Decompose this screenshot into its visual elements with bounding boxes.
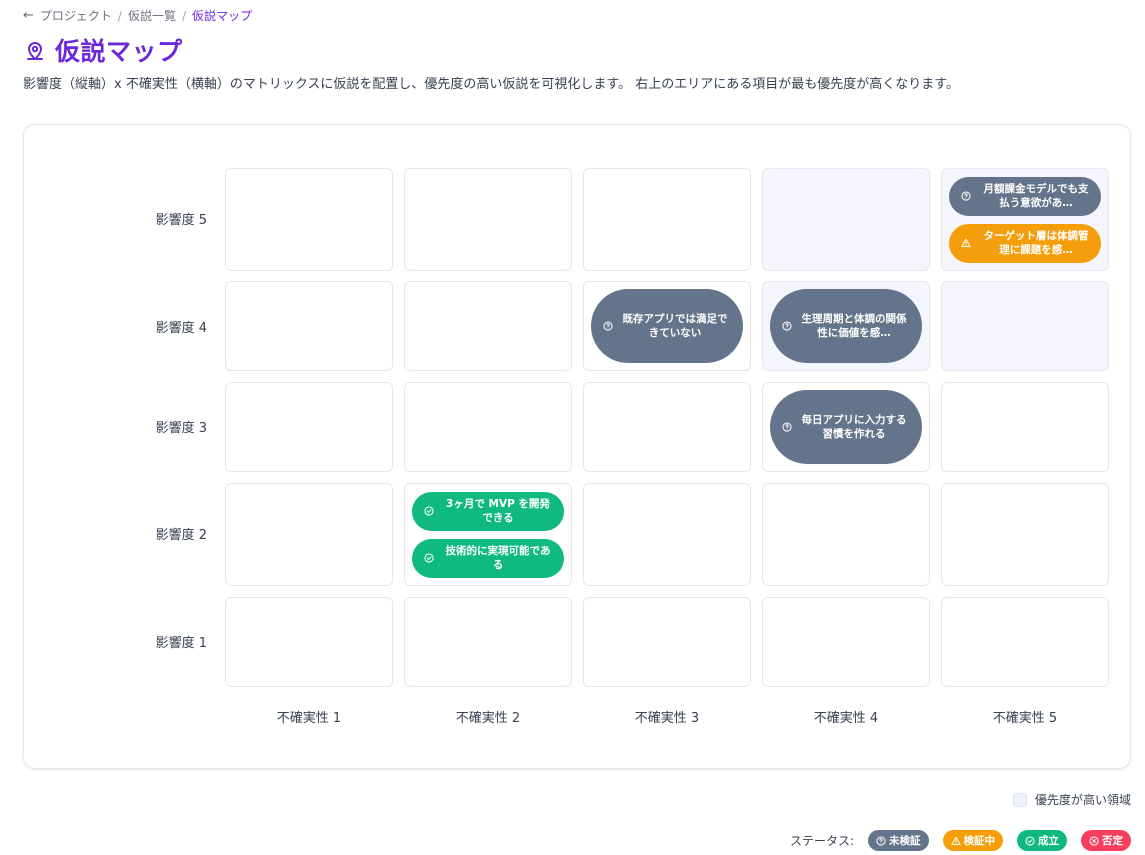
hypothesis-matrix-card: 影響度 5 影響度 4 影響度 3 影響度 2 影響度 1 月額課金モデルでも支…	[23, 124, 1131, 769]
status-badge-label: 検証中	[963, 835, 996, 847]
hypothesis-chip[interactable]: ターゲット層は体調管理に課題を感…	[949, 223, 1101, 263]
hypothesis-text: ターゲット層は体調管理に課題を感…	[983, 230, 1089, 256]
matrix-cell-i5-u3[interactable]	[583, 168, 751, 271]
matrix-cell-i1-u4[interactable]	[762, 597, 930, 687]
warning-triangle-icon	[961, 238, 971, 247]
breadcrumb-separator: /	[181, 8, 187, 23]
hypothesis-text: 月額課金モデルでも支払う意欲があ…	[983, 183, 1089, 209]
col-label-uncertainty-1: 不確実性 1	[276, 711, 342, 726]
hypothesis-chip[interactable]: 3ヶ月で MVP を開発できる	[412, 491, 564, 531]
matrix-cell-i5-u4[interactable]	[762, 168, 930, 271]
matrix-cell-i2-u2[interactable]: 3ヶ月で MVP を開発できる 技術的に実現可能である	[404, 483, 572, 586]
status-badge-unverified: 未検証	[868, 830, 929, 851]
col-label-uncertainty-3: 不確実性 3	[634, 711, 700, 726]
col-label-uncertainty-5: 不確実性 5	[992, 711, 1058, 726]
status-legend-label: ステータス:	[789, 834, 854, 848]
hypothesis-text: 3ヶ月で MVP を開発できる	[446, 498, 550, 524]
matrix-cell-i2-u1[interactable]	[225, 483, 393, 586]
page-description: 影響度（縦軸）x 不確実性（横軸）のマトリックスに仮説を配置し、優先度の高い仮説…	[23, 77, 959, 92]
row-label-impact-5: 影響度 5	[155, 213, 207, 228]
page-header: 仮説マップ	[23, 32, 183, 68]
status-badge-valid: 成立	[1017, 830, 1067, 851]
matrix-cell-i2-u4[interactable]	[762, 483, 930, 586]
map-pin-icon	[27, 42, 43, 60]
status-badge-denied: 否定	[1081, 830, 1131, 851]
matrix-cell-i4-u1[interactable]	[225, 281, 393, 371]
matrix-cell-i3-u2[interactable]	[404, 382, 572, 472]
matrix-cell-i1-u5[interactable]	[941, 597, 1109, 687]
check-circle-icon	[1025, 835, 1035, 846]
question-circle-icon	[603, 321, 613, 331]
question-circle-icon	[782, 422, 792, 432]
warning-triangle-icon	[950, 836, 961, 845]
row-label-impact-3: 影響度 3	[155, 421, 207, 436]
matrix-cell-i3-u5[interactable]	[941, 382, 1109, 472]
matrix-cell-i1-u1[interactable]	[225, 597, 393, 687]
status-legend: ステータス: 未検証 検証中 成立 否定	[790, 830, 1131, 851]
hypothesis-chip[interactable]: 技術的に実現可能である	[412, 538, 564, 578]
col-label-uncertainty-4: 不確実性 4	[813, 711, 879, 726]
row-label-impact-1: 影響度 1	[155, 636, 207, 651]
matrix-cell-i3-u4[interactable]: 毎日アプリに入力する習慣を作れる	[762, 382, 930, 472]
check-circle-icon	[424, 553, 434, 563]
priority-area-legend: 優先度が高い領域	[1012, 791, 1131, 808]
matrix-cell-i4-u4[interactable]: 生理周期と体調の関係性に価値を感…	[762, 281, 930, 371]
matrix-cell-i2-u3[interactable]	[583, 483, 751, 586]
matrix-cell-i2-u5[interactable]	[941, 483, 1109, 586]
matrix-cell-i5-u2[interactable]	[404, 168, 572, 271]
hypothesis-text: 毎日アプリに入力する習慣を作れる	[801, 414, 907, 440]
priority-legend-label: 優先度が高い領域	[1034, 793, 1131, 807]
matrix-cell-i4-u3[interactable]: 既存アプリでは満足できていない	[583, 281, 751, 371]
hypothesis-chip[interactable]: 毎日アプリに入力する習慣を作れる	[770, 390, 922, 464]
status-badge-label: 未検証	[889, 835, 921, 847]
arrow-left-icon[interactable]: ←	[23, 8, 34, 23]
matrix-cell-i4-u2[interactable]	[404, 281, 572, 371]
breadcrumb-hypothesis-list[interactable]: 仮説一覧	[128, 7, 176, 24]
matrix-cell-i3-u3[interactable]	[583, 382, 751, 472]
matrix-cell-i3-u1[interactable]	[225, 382, 393, 472]
matrix-cell-i4-u5[interactable]	[941, 281, 1109, 371]
x-circle-icon	[1089, 835, 1099, 846]
matrix-cell-i5-u5[interactable]: 月額課金モデルでも支払う意欲があ… ターゲット層は体調管理に課題を感…	[941, 168, 1109, 271]
hypothesis-chip[interactable]: 既存アプリでは満足できていない	[591, 289, 743, 363]
hypothesis-chip[interactable]: 生理周期と体調の関係性に価値を感…	[770, 289, 922, 363]
matrix-cell-i1-u2[interactable]	[404, 597, 572, 687]
priority-swatch	[1012, 792, 1027, 807]
row-label-impact-2: 影響度 2	[155, 528, 207, 543]
question-circle-icon	[782, 321, 792, 331]
col-label-uncertainty-2: 不確実性 2	[455, 711, 521, 726]
hypothesis-text: 生理周期と体調の関係性に価値を感…	[801, 313, 907, 339]
check-circle-icon	[424, 506, 434, 516]
question-circle-icon	[876, 835, 886, 846]
status-badge-label: 成立	[1038, 835, 1059, 847]
page-title: 仮説マップ	[55, 37, 183, 66]
hypothesis-chip[interactable]: 月額課金モデルでも支払う意欲があ…	[949, 176, 1101, 216]
breadcrumb-projects[interactable]: プロジェクト	[40, 7, 112, 24]
status-badge-label: 否定	[1102, 835, 1123, 847]
hypothesis-text: 既存アプリでは満足できていない	[622, 313, 728, 339]
breadcrumb-separator: /	[117, 8, 122, 23]
row-label-impact-4: 影響度 4	[155, 321, 207, 336]
matrix-cell-i5-u1[interactable]	[225, 168, 393, 271]
status-badge-verifying: 検証中	[942, 830, 1003, 851]
breadcrumb: ← プロジェクト / 仮説一覧 / 仮説マップ	[23, 7, 252, 24]
breadcrumb-current: 仮説マップ	[192, 9, 253, 23]
hypothesis-text: 技術的に実現可能である	[445, 545, 551, 571]
question-circle-icon	[961, 191, 971, 201]
matrix-cell-i1-u3[interactable]	[583, 597, 751, 687]
